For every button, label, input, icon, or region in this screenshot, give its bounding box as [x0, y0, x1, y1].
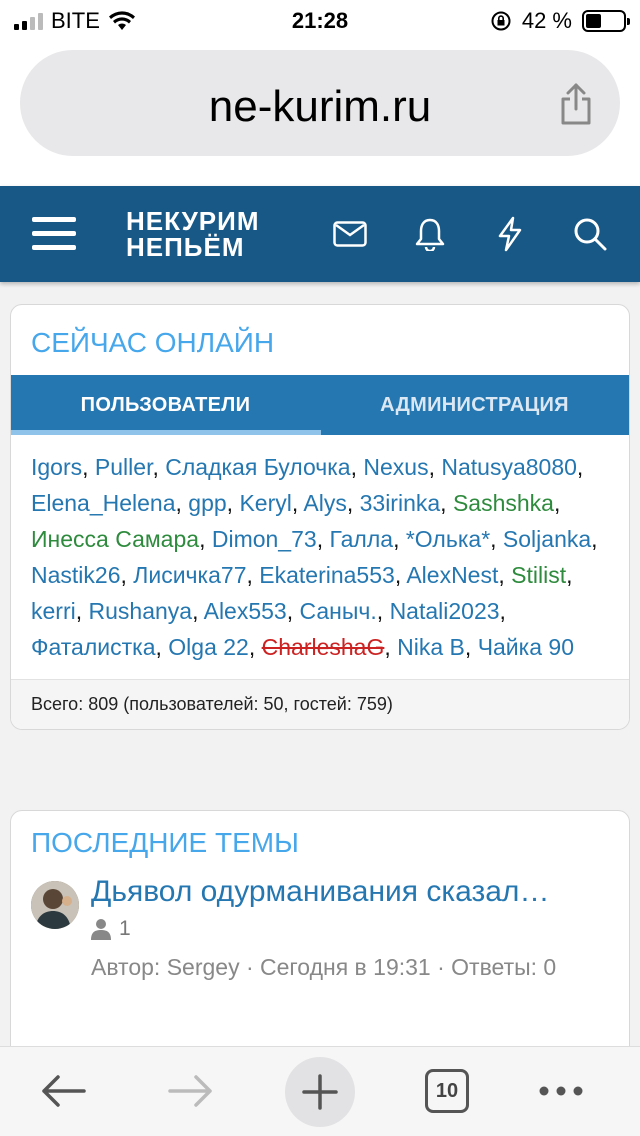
online-title: СЕЙЧАС ОНЛАЙН [31, 327, 275, 358]
rotation-lock-icon [491, 11, 511, 31]
online-user-link[interactable]: kerri [31, 598, 76, 624]
online-user-link[interactable]: Puller [95, 454, 153, 480]
participants-count: 1 [119, 917, 131, 940]
site-header: НЕКУРИМ НЕПЬЁМ [0, 186, 640, 282]
online-user-link[interactable]: Nexus [363, 454, 428, 480]
more-icon [539, 1086, 583, 1096]
online-tabs: ПОЛЬЗОВАТЕЛИ АДМИНИСТРАЦИЯ [11, 375, 629, 435]
online-user-link[interactable]: Elena_Helena [31, 490, 176, 516]
online-user-link[interactable]: *Олька* [406, 526, 490, 552]
arrow-right-icon [168, 1075, 212, 1107]
online-user-link[interactable]: CharleshaG [262, 634, 385, 660]
online-user-link[interactable]: Nika B [397, 634, 465, 660]
online-user-link[interactable]: Alys [303, 490, 346, 516]
online-user-link[interactable]: Soljanka [503, 526, 591, 552]
online-user-link[interactable]: Olga 22 [168, 634, 249, 660]
online-user-link[interactable]: Nastik26 [31, 562, 120, 588]
online-user-link[interactable]: Sashshka [453, 490, 554, 516]
online-user-link[interactable]: Ekaterina553 [259, 562, 395, 588]
latest-title: ПОСЛЕДНИЕ ТЕМЫ [31, 827, 299, 858]
online-user-link[interactable]: Фаталистка [31, 634, 156, 660]
more-button[interactable] [526, 1061, 596, 1121]
plus-icon [302, 1074, 338, 1110]
arrow-left-icon [42, 1075, 86, 1107]
forward-button[interactable] [156, 1061, 226, 1121]
online-user-link[interactable]: Rushanya [89, 598, 193, 624]
online-now-card: СЕЙЧАС ОНЛАЙН ПОЛЬЗОВАТЕЛИ АДМИНИСТРАЦИЯ… [10, 304, 630, 730]
online-user-link[interactable]: Лисичка77 [133, 562, 246, 588]
thread-participants: 1 [91, 917, 609, 941]
thread-title[interactable]: Дьявол одурманивания сказал… [91, 875, 611, 909]
site-logo[interactable]: НЕКУРИМ НЕПЬЁМ [126, 208, 260, 260]
online-user-link[interactable]: gpp [188, 490, 226, 516]
online-user-link[interactable]: Сладкая Булочка [165, 454, 350, 480]
active-tab-indicator [11, 430, 321, 435]
address-bar[interactable]: ne-kurim.ru [20, 50, 620, 156]
online-user-link[interactable]: Инесса Самара [31, 526, 199, 552]
status-bar: BITE 21:28 42 % [0, 0, 640, 42]
online-user-link[interactable]: Natali2023 [390, 598, 500, 624]
tab-count: 10 [425, 1069, 469, 1113]
online-user-link[interactable]: Саныч. [300, 598, 377, 624]
online-user-link[interactable]: Галла [329, 526, 393, 552]
online-user-link[interactable]: Igors [31, 454, 82, 480]
user-icon [91, 919, 111, 940]
lightning-icon[interactable] [488, 212, 532, 256]
status-right: 42 % [490, 8, 630, 34]
share-icon[interactable] [558, 82, 594, 126]
url-text[interactable]: ne-kurim.ru [20, 82, 620, 132]
latest-threads-card: ПОСЛЕДНИЕ ТЕМЫ Дьявол одурманивания сказ… [10, 810, 630, 1070]
logo-line1: НЕКУРИМ [126, 206, 260, 236]
logo-line2: НЕПЬЁМ [126, 232, 245, 262]
avatar[interactable] [31, 881, 79, 929]
online-user-link[interactable]: Natusya8080 [441, 454, 577, 480]
browser-address-area: ne-kurim.ru [0, 42, 640, 186]
online-user-link[interactable]: 33irinka [360, 490, 441, 516]
online-user-link[interactable]: Dimon_73 [212, 526, 317, 552]
battery-percent: 42 % [521, 8, 572, 33]
bell-icon[interactable] [408, 212, 452, 256]
online-user-link[interactable]: Stilist [511, 562, 566, 588]
online-user-link[interactable]: Чайка 90 [478, 634, 574, 660]
thread-item[interactable]: Дьявол одурманивания сказал… 1 Автор: Se… [11, 875, 629, 999]
browser-toolbar: 10 [0, 1046, 640, 1136]
search-icon[interactable] [568, 212, 612, 256]
online-users-list: Igors, Puller, Сладкая Булочка, Nexus, N… [31, 454, 598, 660]
menu-icon[interactable] [32, 212, 76, 256]
battery-icon [582, 10, 630, 32]
online-total: Всего: 809 (пользователей: 50, гостей: 7… [11, 679, 629, 729]
online-user-link[interactable]: Keryl [239, 490, 291, 516]
tabs-button[interactable]: 10 [412, 1061, 482, 1121]
back-button[interactable] [28, 1061, 98, 1121]
online-user-link[interactable]: Alex553 [204, 598, 287, 624]
new-tab-button[interactable] [285, 1057, 355, 1127]
thread-meta: Автор: Sergey · Сегодня в 19:31 · Ответы… [91, 954, 557, 980]
tab-administration[interactable]: АДМИНИСТРАЦИЯ [320, 375, 629, 435]
tab-users[interactable]: ПОЛЬЗОВАТЕЛИ [11, 375, 320, 435]
online-user-link[interactable]: AlexNest [406, 562, 498, 588]
mail-icon[interactable] [328, 212, 372, 256]
battery-fill [586, 14, 602, 28]
